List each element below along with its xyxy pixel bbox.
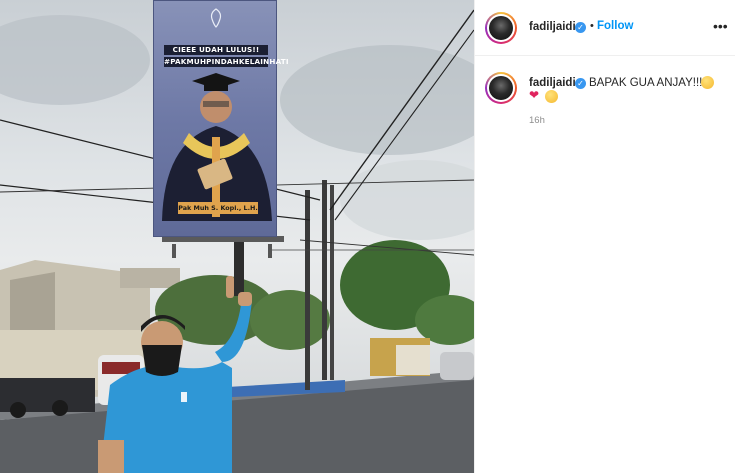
graduate-portrait [162,73,272,221]
post-header: fadiljaidi ✓ • Follow ••• [475,0,735,56]
grinning-sweat-emoji-icon [545,90,558,103]
billboard-headline-2: #PAKMUHPINDAHKELAINHATI [164,57,289,67]
post-username[interactable]: fadiljaidi [529,21,576,33]
more-options-icon[interactable]: ••• [713,18,728,34]
grinning-sweat-emoji-icon [701,76,714,89]
billboard-name-label: Pak Muh S. Kopi., L.H. [178,202,258,214]
post-sidebar: fadiljaidi ✓ • Follow ••• fadiljaidi ✓ B… [474,0,735,473]
post-timestamp[interactable]: 16h [529,115,545,126]
verified-badge-icon: ✓ [575,78,586,89]
verified-badge-icon: ✓ [575,22,586,33]
separator-dot: • [590,20,594,32]
follow-button[interactable]: Follow [597,20,633,32]
billboard: CIEEE UDAH LULUS!! #PAKMUHPINDAHKELAINHA… [153,0,289,237]
caption-avatar[interactable] [485,72,517,104]
post-photo[interactable]: CIEEE UDAH LULUS!! #PAKMUHPINDAHKELAINHA… [0,0,474,473]
caption-text: BAPAK GUA ANJAY!!!!!! [589,77,712,89]
billboard-headline-1: CIEEE UDAH LULUS!! [164,45,268,55]
avatar[interactable] [485,12,517,44]
billboard-logo-icon [206,7,226,29]
red-heart-emoji-icon: ❤ [529,88,540,102]
